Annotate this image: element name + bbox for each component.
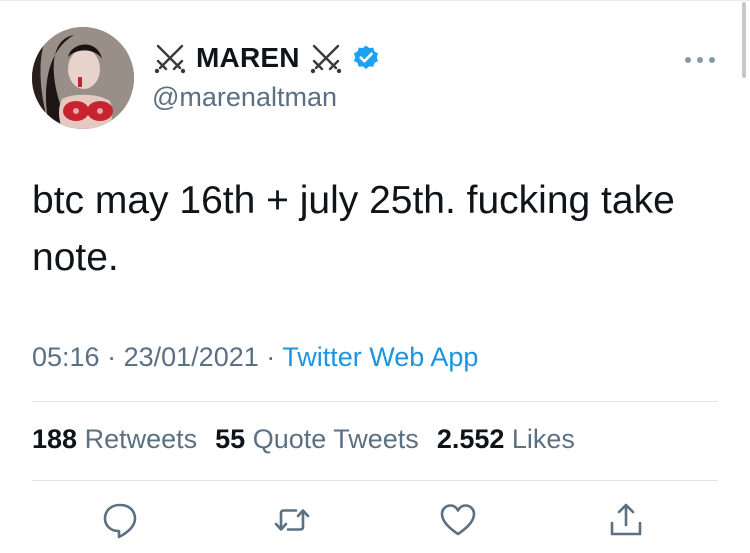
likes-label: Likes [511, 424, 575, 454]
retweets-stat[interactable]: 188 Retweets [32, 424, 197, 455]
retweet-button[interactable] [270, 498, 314, 542]
quote-tweets-count: 55 [215, 424, 246, 454]
author-name-row[interactable]: MAREN [152, 38, 380, 78]
reply-button[interactable] [98, 498, 142, 542]
retweets-label: Retweets [84, 424, 198, 454]
meta-separator: · [266, 342, 276, 372]
likes-count: 2.552 [436, 424, 505, 454]
top-divider [0, 0, 750, 1]
scrollbar[interactable] [742, 2, 746, 78]
quote-tweets-stat[interactable]: 55 Quote Tweets [215, 424, 419, 455]
share-icon [610, 503, 642, 536]
share-button[interactable] [604, 498, 648, 542]
retweet-icon [274, 509, 310, 531]
likes-stat[interactable]: 2.552 Likes [437, 424, 575, 455]
tweet-time[interactable]: 05:16 [32, 342, 100, 372]
tweet-actions [0, 498, 750, 548]
tweet-text: btc may 16th + july 25th. fucking take n… [32, 179, 675, 279]
crossed-swords-icon [310, 44, 341, 74]
divider [32, 401, 718, 402]
author-handle[interactable]: @marenaltman [152, 82, 337, 113]
verified-badge-icon [353, 45, 378, 69]
more-options-button[interactable] [682, 48, 718, 72]
meta-separator: · [107, 342, 117, 372]
tweet-date[interactable]: 23/01/2021 [124, 342, 259, 372]
avatar[interactable] [32, 27, 134, 129]
retweets-count: 188 [32, 424, 78, 454]
engagement-stats: 188 Retweets 55 Quote Tweets 2.552 Likes [32, 424, 575, 455]
reply-icon [103, 503, 137, 539]
tweet-meta: 05:16 · 23/01/2021 · Twitter Web App [32, 342, 478, 373]
divider [32, 480, 718, 481]
more-dots-icon [685, 57, 715, 63]
avatar-image [32, 27, 134, 129]
heart-icon [440, 504, 476, 536]
quote-tweets-label: Quote Tweets [252, 424, 419, 454]
like-button[interactable] [436, 498, 480, 542]
display-name[interactable]: MAREN [196, 42, 300, 74]
crossed-swords-icon [154, 44, 186, 74]
tweet-source-link[interactable]: Twitter Web App [282, 342, 478, 372]
